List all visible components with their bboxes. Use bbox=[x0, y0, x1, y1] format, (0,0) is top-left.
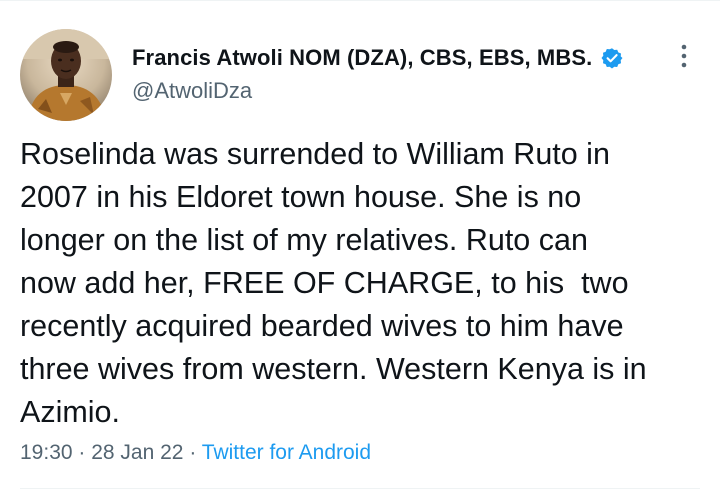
verified-badge-icon bbox=[601, 47, 623, 69]
tweet-date[interactable]: 28 Jan 22 bbox=[91, 441, 183, 464]
meta-separator: · bbox=[72, 441, 92, 464]
tweet-text-line: recently acquired bearded wives to him h… bbox=[20, 309, 624, 343]
author-display-name[interactable]: Francis Atwoli NOM (DZA), CBS, EBS, MBS. bbox=[132, 45, 592, 71]
top-divider bbox=[0, 0, 720, 1]
tweet-card: Francis Atwoli NOM (DZA), CBS, EBS, MBS.… bbox=[0, 0, 720, 492]
tweet-source-link[interactable]: Twitter for Android bbox=[202, 441, 371, 464]
tweet-text-line: 2007 in his Eldoret town house. She is n… bbox=[20, 180, 582, 214]
tweet-header: Francis Atwoli NOM (DZA), CBS, EBS, MBS.… bbox=[20, 29, 700, 121]
avatar[interactable] bbox=[20, 29, 112, 121]
tweet-meta: 19:30 · 28 Jan 22 · Twitter for Android bbox=[20, 441, 371, 465]
bottom-divider bbox=[20, 488, 700, 489]
meta-separator: · bbox=[183, 441, 202, 464]
tweet-text-line: longer on the list of my relatives. Ruto… bbox=[20, 223, 588, 257]
tweet-text: Roselinda was surrended to William Ruto … bbox=[20, 133, 710, 434]
author-names: Francis Atwoli NOM (DZA), CBS, EBS, MBS.… bbox=[132, 43, 623, 104]
tweet-text-line: now add her, FREE OF CHARGE, to his two bbox=[20, 266, 629, 300]
display-name-row: Francis Atwoli NOM (DZA), CBS, EBS, MBS. bbox=[132, 43, 623, 73]
more-options-icon[interactable] bbox=[678, 43, 690, 69]
tweet-text-line: three wives from western. Western Kenya … bbox=[20, 352, 647, 386]
tweet-time[interactable]: 19:30 bbox=[20, 441, 73, 464]
tweet-text-line: Azimio. bbox=[20, 395, 120, 429]
tweet-text-line: Roselinda was surrended to William Ruto … bbox=[20, 137, 610, 171]
author-handle[interactable]: @AtwoliDza bbox=[132, 78, 623, 104]
profile-photo-icon bbox=[20, 29, 112, 121]
